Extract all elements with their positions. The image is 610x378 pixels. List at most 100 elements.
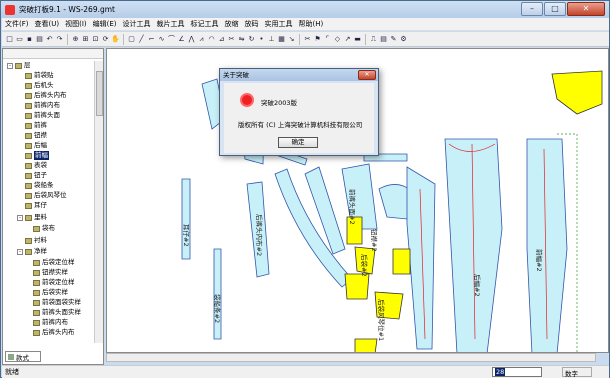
status-bar: 就绪 28 数字 — [2, 365, 609, 378]
tree-item[interactable]: 钮襟实样 — [33, 268, 68, 277]
zoom-fit-icon[interactable]: ⊡ — [91, 34, 100, 45]
point-tool-icon[interactable]: • — [257, 34, 266, 45]
expand-icon[interactable]: - — [7, 62, 13, 69]
window-title: 突破打板9.1 - WS-269.gmt — [19, 5, 115, 14]
tree-item[interactable]: 前袋定位样 — [33, 278, 75, 287]
redo-icon[interactable]: ↷ — [55, 34, 64, 45]
curve-tool-icon[interactable]: ∿ — [157, 34, 166, 45]
ok-button[interactable]: 确定 — [278, 137, 318, 148]
arc2-tool-icon[interactable]: ◠ — [207, 34, 216, 45]
menu-file[interactable]: 文件(F) — [2, 19, 32, 29]
menu-piece-tools[interactable]: 裁片工具 — [154, 19, 188, 29]
dialog-title[interactable]: 关于突破 — [220, 69, 378, 81]
piece-icon — [33, 259, 40, 266]
rotate-tool-icon[interactable]: ↻ — [247, 34, 256, 45]
zoom-combobox[interactable]: 28 — [492, 367, 542, 377]
tab-style[interactable]: 款式 — [5, 351, 41, 362]
pan-hand-icon[interactable]: ✋ — [111, 34, 120, 45]
open-folder-icon[interactable]: ▭ — [15, 34, 24, 45]
menu-edit[interactable]: 编辑(E) — [90, 19, 120, 29]
tree-item[interactable]: 后袋实样 — [33, 288, 68, 297]
eraser-icon[interactable]: ▬ — [353, 34, 362, 45]
print-icon[interactable]: ▤ — [35, 34, 44, 45]
piece-icon — [33, 329, 40, 336]
arrow-tool-icon[interactable]: ↗ — [343, 34, 352, 45]
maximize-button[interactable]: □ — [544, 2, 566, 16]
tree-item[interactable]: 前裤头面实样 — [33, 308, 81, 317]
scroll-thumb[interactable] — [96, 71, 103, 116]
menu-window[interactable]: 视图(I) — [62, 19, 90, 29]
select-tool-icon[interactable]: ⌜ — [323, 34, 332, 45]
layers-icon[interactable]: ▤ — [379, 34, 388, 45]
undo-icon[interactable]: ↶ — [45, 34, 54, 45]
tree-item[interactable]: 袋布 — [33, 224, 55, 233]
grid-tool-icon[interactable]: ▦ — [277, 34, 286, 45]
tree-item[interactable]: 前裤 — [25, 121, 47, 130]
rect-tool-icon[interactable]: ▢ — [127, 34, 136, 45]
measure-tool-icon[interactable]: ⊿ — [217, 34, 226, 45]
brush-icon[interactable]: ✎ — [389, 34, 398, 45]
tree-item[interactable]: 后幅 — [25, 141, 47, 150]
dialog-close-button[interactable]: ✕ — [358, 70, 376, 80]
menu-utility-tools[interactable]: 实用工具 — [262, 19, 296, 29]
save-icon[interactable]: ▪ — [25, 34, 34, 45]
new-file-icon[interactable]: □ — [5, 34, 14, 45]
tree-item[interactable]: 前裤内布 — [25, 101, 60, 110]
tree-item[interactable]: 前袋面袋实样 — [33, 298, 81, 307]
tree-scrollbar[interactable] — [94, 61, 103, 343]
zoom-in-icon[interactable]: ⊕ — [71, 34, 80, 45]
tree-item[interactable]: 前裤头面 — [25, 111, 60, 120]
expand-icon[interactable]: - — [17, 214, 23, 221]
scissors-icon[interactable]: ✂ — [303, 34, 312, 45]
knife-tool-icon[interactable]: ↘ — [287, 34, 296, 45]
tree-item[interactable]: 前袋贴 — [25, 71, 54, 80]
zoom-window-icon[interactable]: ⊞ — [81, 34, 90, 45]
line-tool-icon[interactable]: ╱ — [137, 34, 146, 45]
toolbar: □ ▭ ▪ ▤ ↶ ↷ ⊕ ⊞ ⊡ ⟳ ✋ ▢ ╱ ⌐ ∿ ⌒ ∠ ⋀ ⩘ ◠ … — [2, 32, 609, 47]
piece-icon — [25, 122, 32, 129]
tree-group-net[interactable]: - 净样 — [17, 247, 47, 256]
tree-root[interactable]: -层 — [7, 61, 31, 70]
tree-item[interactable]: 前裤内布 — [33, 318, 68, 327]
menu-help[interactable]: 帮助(H) — [296, 19, 327, 29]
arc-tool-icon[interactable]: ⌒ — [167, 34, 176, 45]
tree-group-lining[interactable]: - 里料 — [17, 213, 47, 222]
mark-tool-icon[interactable]: ◇ — [333, 34, 342, 45]
close-button[interactable]: ✕ — [567, 2, 605, 16]
flag-tool-icon[interactable]: ⚑ — [313, 34, 322, 45]
menu-view[interactable]: 查看(U) — [32, 19, 63, 29]
tree-item[interactable]: 钮子 — [25, 171, 47, 180]
refresh-icon[interactable]: ⟳ — [101, 34, 110, 45]
tree-item[interactable]: 耳仔 — [25, 201, 47, 210]
canvas-hscrollbar[interactable] — [106, 353, 596, 362]
tree-item[interactable]: 后袋定位样 — [33, 258, 75, 267]
cut-tool-icon[interactable]: ✂ — [227, 34, 236, 45]
menu-design-tools[interactable]: 设计工具 — [120, 19, 154, 29]
tree-item[interactable]: 后裤头内布 — [33, 328, 75, 337]
tree-item-selected[interactable]: 前幅 — [25, 151, 49, 160]
menu-grading[interactable]: 放码 — [242, 19, 262, 29]
tree-item[interactable]: 后机头 — [25, 81, 54, 90]
minimize-button[interactable]: – — [521, 2, 543, 16]
menu-grade[interactable]: 放缩 — [222, 19, 242, 29]
notch-tool-icon[interactable]: ⊥ — [267, 34, 276, 45]
layer-tree: -层 前袋贴 后机头 后裤头内布 前裤内布 前裤头面 前裤 钮襟 后幅 前幅 表… — [3, 61, 93, 341]
stamp-icon[interactable]: ⎍ — [369, 34, 378, 45]
settings-icon[interactable]: ⚙ — [399, 34, 408, 45]
tree-item[interactable]: 袋船条 — [25, 181, 54, 190]
menu-mark-tools[interactable]: 标记工具 — [188, 19, 222, 29]
tree-item[interactable]: 表袋 — [25, 161, 47, 170]
tree-item[interactable]: 后袋风琴位 — [25, 191, 67, 200]
tree-item[interactable]: 钮襟 — [25, 131, 47, 140]
mirror-tool-icon[interactable]: ⇋ — [237, 34, 246, 45]
piece-icon — [25, 172, 32, 179]
angle-tool-icon[interactable]: ∠ — [177, 34, 186, 45]
pleat-tool-icon[interactable]: ⩘ — [197, 34, 206, 45]
tree-group-interlining[interactable]: 衬料 — [25, 236, 47, 245]
piece-icon — [33, 289, 40, 296]
tree-item[interactable]: 后裤头内布 — [25, 91, 67, 100]
dart-tool-icon[interactable]: ⋀ — [187, 34, 196, 45]
expand-icon[interactable]: - — [17, 248, 23, 255]
corner-tool-icon[interactable]: ⌐ — [147, 34, 156, 45]
title-bar[interactable]: 突破打板9.1 - WS-269.gmt – □ ✕ — [1, 1, 609, 18]
